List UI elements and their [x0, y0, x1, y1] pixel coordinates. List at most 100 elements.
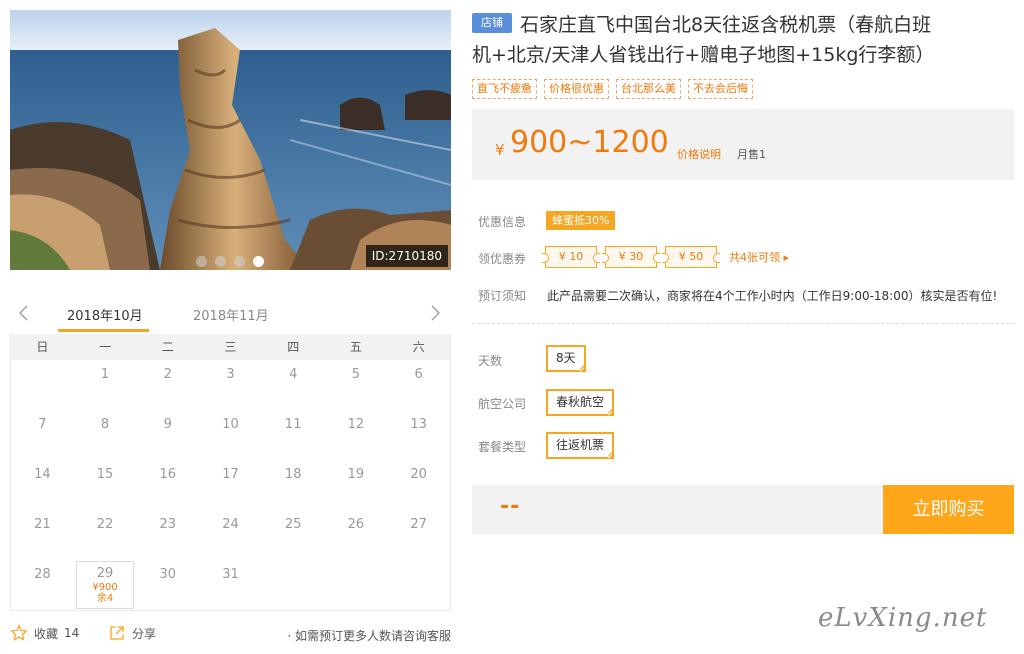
favorite-count: 14 — [64, 626, 80, 640]
notice-label: 预订须知 — [478, 289, 527, 303]
weekday-label: 四 — [287, 340, 300, 354]
days-label: 天数 — [478, 354, 503, 368]
watermark: eLvXing.net — [818, 603, 988, 633]
calendar-day-available[interactable]: 29 ¥900 余4 — [75, 561, 135, 609]
carousel-dot[interactable] — [215, 256, 226, 267]
price-box: ¥ 900~1200 价格说明 月售1 — [472, 109, 1014, 180]
month-tab-october[interactable]: 2018年10月 — [67, 305, 143, 324]
check-icon — [606, 452, 613, 459]
favorite-button[interactable]: 收藏 14 — [10, 624, 79, 642]
calendar-day: 18 — [284, 467, 302, 482]
weekday-label: 二 — [161, 340, 174, 354]
calendar-day: 5 — [351, 367, 361, 382]
calendar-day: 31 — [222, 567, 239, 582]
package-label: 套餐类型 — [478, 440, 527, 454]
prev-month-button[interactable] — [14, 303, 34, 323]
calendar-day: 4 — [289, 367, 298, 382]
coupon-label: 领优惠券 — [478, 252, 527, 266]
calendar: 日 一 二 三 四 五 六 1 2 3 4 5 6 7 8 9 10 11 12 13 14 15 16 17 1… — [10, 334, 451, 611]
weekday-label: 三 — [224, 340, 237, 354]
coupon-total-link[interactable]: 共4张可领 ▸ — [729, 249, 789, 265]
calendar-day: 6 — [414, 367, 423, 382]
package-option-text: 往返机票 — [556, 438, 605, 452]
airline-label: 航空公司 — [478, 397, 527, 411]
carousel-dots — [196, 256, 264, 267]
calendar-month-nav: 2018年10月 2018年11月 — [10, 297, 451, 333]
calendar-day: 30 — [159, 567, 177, 582]
active-month-underline — [58, 329, 149, 332]
calendar-day: 11 — [284, 417, 302, 432]
calendar-day: 21 — [34, 517, 51, 532]
next-month-button[interactable] — [425, 303, 445, 323]
buy-now-button[interactable]: 立即购买 — [883, 485, 1014, 534]
booking-notice: 此产品需要二次确认，商家将在4个工作小时内（工作日9:00-18:00）核实是否… — [547, 289, 998, 303]
carousel-dot-active[interactable] — [253, 256, 264, 267]
carousel-dot[interactable] — [234, 256, 245, 267]
calendar-day: 24 — [222, 517, 239, 532]
calendar-day-price: ¥900 — [92, 582, 118, 593]
calendar-day: 14 — [34, 467, 51, 482]
consult-note: · 如需预订更多人数请咨询客服 — [287, 629, 451, 643]
coupon-30[interactable]: ¥ 30 — [602, 246, 660, 268]
calendar-day: 2 — [163, 367, 172, 382]
calendar-day: 8 — [100, 417, 110, 432]
calendar-day: 28 — [34, 567, 51, 582]
calendar-day: 22 — [96, 517, 114, 532]
calendar-day: 9 — [163, 417, 172, 432]
price-currency: ¥ — [495, 141, 505, 159]
weekday-label: 六 — [412, 340, 425, 354]
share-icon — [110, 626, 124, 640]
feature-tag: 不去会后悔 — [688, 79, 753, 99]
calendar-empty-cell — [11, 360, 74, 410]
discount-badge: 蜂蜜抵30% — [546, 211, 616, 230]
days-option-text: 8天 — [556, 351, 576, 365]
calendar-empty-cell — [262, 560, 325, 610]
weekday-label: 日 — [36, 340, 49, 354]
coupon-10[interactable]: ¥ 10 — [542, 246, 600, 268]
section-divider — [472, 323, 1014, 324]
share-button[interactable]: 分享 — [108, 624, 156, 642]
feature-tag: 直飞不疲惫 — [472, 79, 537, 99]
chevron-left-icon — [18, 305, 28, 321]
calendar-day-remaining: 余4 — [96, 593, 114, 604]
product-title-line1: 石家庄直飞中国台北8天往返含税机票（春航白班 — [520, 14, 932, 36]
price-range: 900~1200 — [510, 125, 669, 160]
calendar-day: 17 — [222, 467, 239, 482]
check-icon — [606, 409, 613, 416]
package-option-roundtrip[interactable]: 往返机票 — [546, 432, 615, 459]
check-icon — [578, 365, 584, 372]
coupon-list: ¥ 10 ¥ 30 ¥ 50 共4张可领 ▸ — [542, 246, 789, 268]
calendar-empty-cell — [387, 560, 450, 610]
calendar-days: 1 2 3 4 5 6 7 8 9 10 11 12 13 14 15 16 17 18 19 20 21 22 23 24 2… — [11, 360, 450, 610]
coupon-50[interactable]: ¥ 50 — [662, 246, 720, 268]
favorite-label: 收藏 — [34, 626, 59, 641]
carousel-dot[interactable] — [196, 256, 207, 267]
product-title-line2: 机+北京/天津人省钱出行+赠电子地图+15kg行李额） — [472, 44, 935, 66]
discount-label: 优惠信息 — [478, 215, 527, 229]
shop-badge: 店铺 — [472, 13, 512, 33]
calendar-day: 1 — [100, 367, 110, 382]
airline-option-text: 春秋航空 — [556, 395, 605, 409]
calendar-day: 10 — [222, 417, 239, 432]
price-explain-link[interactable]: 价格说明 — [677, 146, 721, 162]
chevron-right-icon — [431, 305, 441, 321]
product-title: 石家庄直飞中国台北8天往返含税机票（春航白班 机+北京/天津人省钱出行+赠电子地… — [472, 10, 1014, 66]
star-icon — [10, 624, 28, 641]
calendar-day: 19 — [347, 467, 365, 482]
feature-tags: 直飞不疲惫 价格很优惠 台北那么美 不去会后悔 — [472, 79, 753, 99]
days-option-8[interactable]: 8天 — [546, 345, 586, 372]
monthly-sales: 月售1 — [737, 148, 766, 161]
weekday-label: 五 — [349, 340, 362, 354]
calendar-day: 26 — [347, 517, 365, 532]
hero-image[interactable]: ID:2710180 — [10, 10, 451, 270]
month-tab-november[interactable]: 2018年11月 — [193, 305, 269, 324]
airline-option-spring[interactable]: 春秋航空 — [546, 389, 615, 416]
calendar-empty-cell — [325, 560, 388, 610]
hero-photo — [10, 10, 451, 270]
calendar-day: 7 — [38, 417, 47, 432]
calendar-day: 16 — [159, 467, 177, 482]
calendar-day: 23 — [159, 517, 177, 532]
buy-bar: -- 立即购买 — [472, 485, 1014, 534]
calendar-day: 20 — [410, 467, 427, 482]
image-id-badge: ID:2710180 — [365, 245, 448, 267]
